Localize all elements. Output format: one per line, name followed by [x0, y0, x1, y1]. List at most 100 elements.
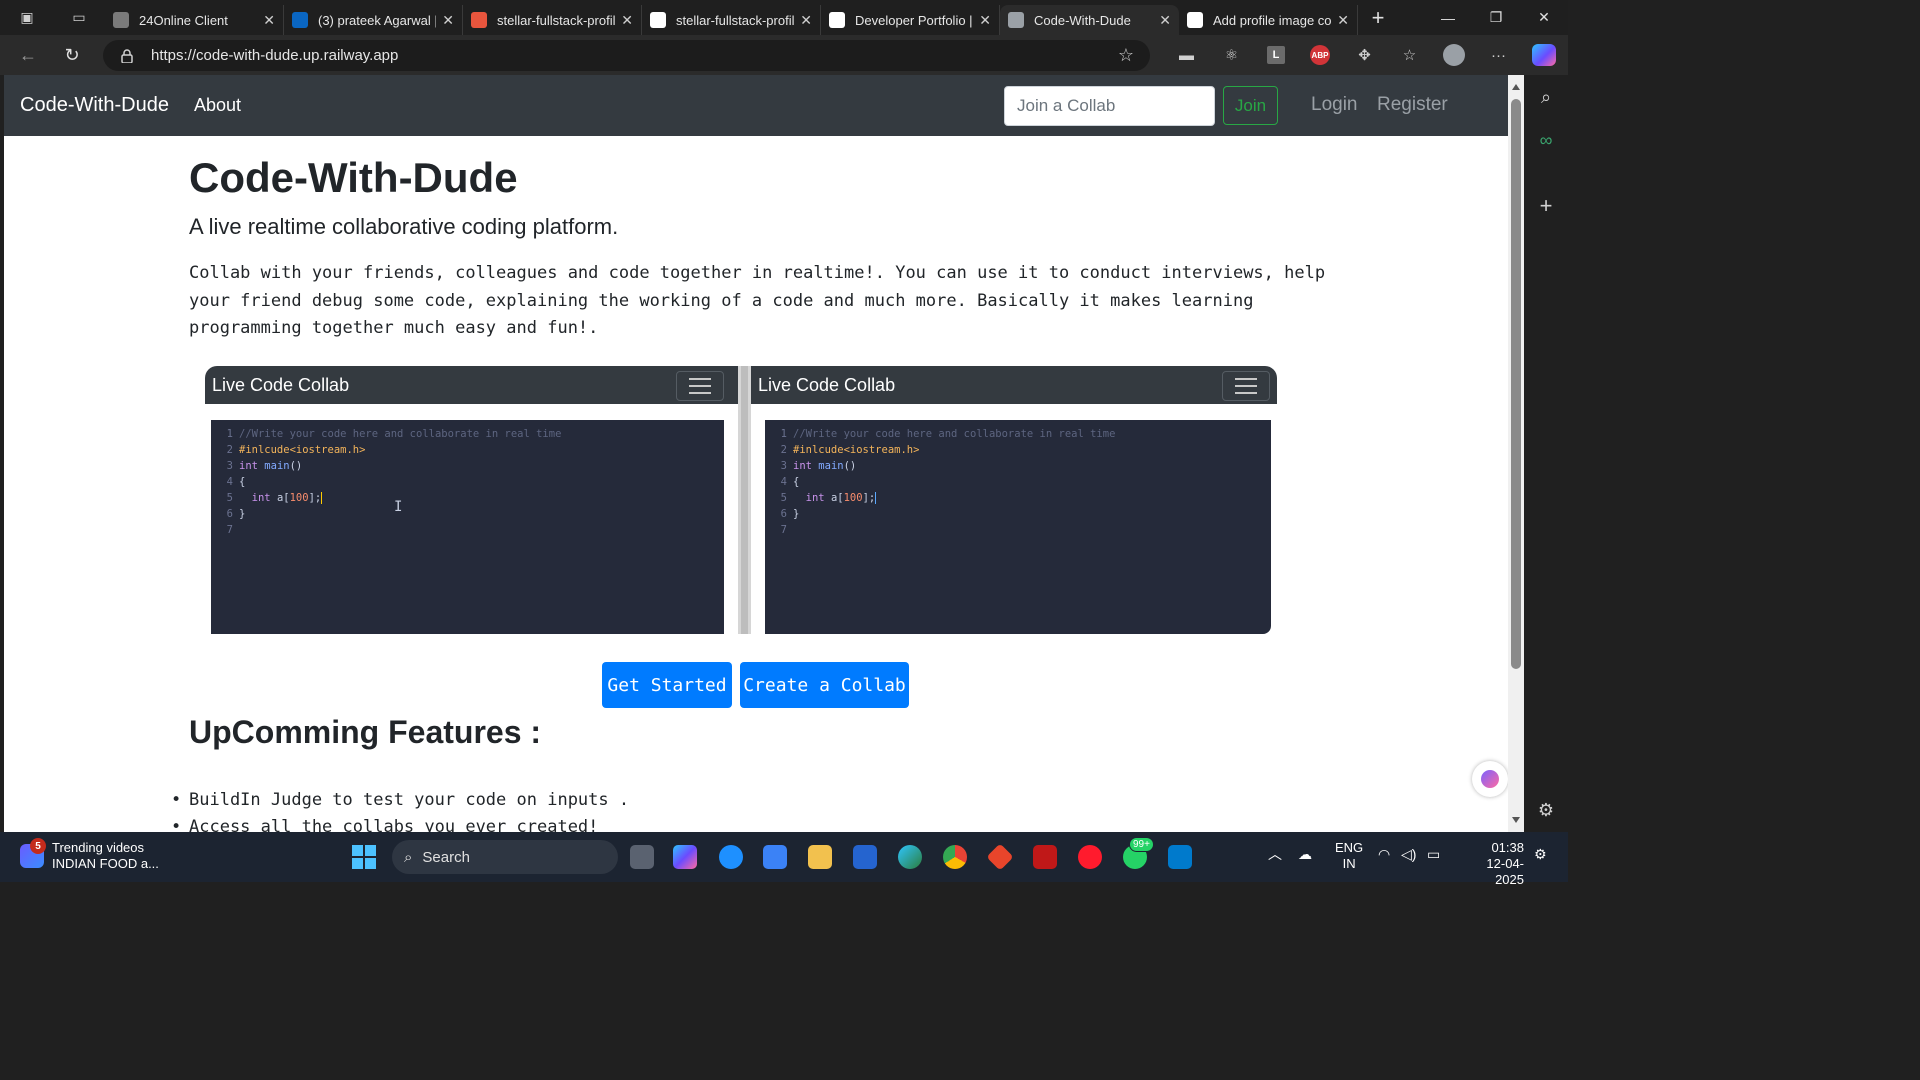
notifications-icon[interactable]: ⚙ [1534, 846, 1547, 862]
taskbar-search[interactable]: ⌕ Search [392, 840, 618, 874]
edge-browser-icon[interactable] [898, 845, 922, 869]
more-icon[interactable]: ··· [1476, 47, 1521, 64]
whatsapp-badge: 99+ [1129, 837, 1154, 852]
refresh-icon[interactable]: ↻ [50, 35, 94, 75]
add-icon[interactable]: + [1524, 193, 1568, 219]
puzzle-icon[interactable]: ✥ [1342, 46, 1387, 64]
close-tab-icon[interactable]: ✕ [442, 12, 454, 29]
tab-title: stellar-fullstack-profil [676, 12, 795, 28]
site-navbar: Code-With-Dude About Join a Collab Join … [4, 75, 1508, 136]
linkedin-icon [292, 12, 308, 28]
copilot-icon[interactable] [1532, 44, 1556, 66]
browser-toolbar: ← ↻ https://code-with-dude.up.railway.ap… [0, 35, 1568, 75]
close-tab-icon[interactable]: ✕ [621, 12, 633, 29]
todo-icon[interactable] [853, 845, 877, 869]
workspaces-icon[interactable]: ▣ [10, 0, 44, 35]
file-explorer-icon[interactable] [808, 845, 832, 869]
tab-actions-icon[interactable]: ▭ [62, 0, 96, 35]
diamond-app-icon[interactable] [986, 843, 1014, 871]
atom-icon[interactable]: ⚛ [1209, 46, 1254, 64]
nav-register-link[interactable]: Register [1377, 94, 1448, 116]
copilot-app-icon[interactable] [673, 845, 697, 869]
battery-icon[interactable]: ▭ [1427, 846, 1440, 862]
address-bar[interactable]: https://code-with-dude.up.railway.app ☆ [103, 40, 1150, 71]
clock[interactable]: 01:38 12-04-2025 [1458, 840, 1524, 888]
profile-avatar-icon[interactable] [1443, 44, 1465, 66]
close-tab-icon[interactable]: ✕ [263, 12, 275, 29]
browser-tab[interactable]: Developer Portfolio | P ✕ [821, 5, 1000, 35]
edge-sidebar: ⌕ ∞ + ⚙ [1524, 75, 1568, 832]
close-tab-icon[interactable]: ✕ [1159, 12, 1171, 29]
nav-login-link[interactable]: Login [1311, 94, 1358, 116]
store-icon[interactable] [763, 845, 787, 869]
whatsapp-icon[interactable]: 99+ [1123, 837, 1154, 869]
news-title: Trending videos [52, 840, 145, 855]
search-icon[interactable]: ⌕ [1524, 87, 1568, 108]
browser-tab[interactable]: Add profile image co ✕ [1179, 5, 1358, 35]
demo-pane-right: Live Code Collab 1//Write your code here… [751, 366, 1277, 634]
site-brand[interactable]: Code-With-Dude [20, 94, 169, 117]
help-icon[interactable] [719, 845, 743, 869]
create-collab-button[interactable]: Create a Collab [740, 662, 909, 708]
heart-icon [471, 12, 487, 28]
join-button[interactable]: Join [1223, 86, 1278, 125]
tab-title: Code-With-Dude [1034, 12, 1131, 28]
demo-pane-title: Live Code Collab [212, 374, 350, 395]
close-tab-icon[interactable]: ✕ [979, 12, 991, 29]
vscode-icon[interactable] [1168, 845, 1192, 869]
get-started-button[interactable]: Get Started [602, 662, 732, 708]
adblock-icon[interactable]: ABP [1310, 45, 1330, 65]
scrollbar-thumb[interactable] [1511, 99, 1521, 669]
page-scrollbar[interactable] [1508, 75, 1524, 832]
volume-icon[interactable]: ◁) [1401, 846, 1416, 862]
hero-title: Code-With-Dude [189, 154, 518, 201]
close-tab-icon[interactable]: ✕ [800, 12, 812, 29]
back-icon[interactable]: ← [6, 35, 50, 75]
l-extension-icon[interactable]: L [1267, 46, 1285, 64]
browser-tab[interactable]: stellar-fullstack-profil ✕ [463, 5, 642, 35]
start-button[interactable] [352, 845, 376, 869]
news-subtitle: INDIAN FOOD a... [52, 856, 159, 871]
news-widget[interactable]: 5 Trending videos INDIAN FOOD a... [20, 838, 159, 872]
language-indicator[interactable]: ENG IN [1335, 840, 1363, 872]
demo-pane-header: Live Code Collab [751, 366, 1277, 407]
demo-divider [738, 366, 751, 634]
onedrive-icon[interactable]: ☁ [1298, 846, 1312, 862]
opera-icon[interactable] [1078, 845, 1102, 869]
tab-title: (3) prateek Agarwal | L [318, 12, 437, 28]
chrome-icon[interactable] [943, 845, 967, 869]
sidebar-app-icon[interactable]: ∞ [1524, 130, 1568, 151]
minimize-icon[interactable]: — [1424, 0, 1472, 35]
browser-tab[interactable]: stellar-fullstack-profil ✕ [642, 5, 821, 35]
browser-tab[interactable]: (3) prateek Agarwal | L ✕ [284, 5, 463, 35]
lock-icon[interactable] [121, 48, 133, 64]
settings-icon[interactable]: ⚙ [1524, 800, 1568, 821]
scroll-up-icon[interactable] [1512, 84, 1520, 90]
demo-pane-title: Live Code Collab [758, 374, 896, 395]
search-icon: ⌕ [404, 848, 413, 866]
code-editor-left: 1//Write your code here and collaborate … [211, 420, 724, 634]
list-item: BuildIn Judge to test your code on input… [171, 787, 629, 814]
window-controls: — ❐ ✕ [1424, 0, 1568, 35]
scroll-down-icon[interactable] [1512, 817, 1520, 823]
ai-assistant-icon[interactable] [1472, 761, 1508, 797]
task-view-icon[interactable] [630, 845, 654, 869]
page-viewport: Code-With-Dude About Join a Collab Join … [4, 75, 1508, 832]
close-tab-icon[interactable]: ✕ [1337, 12, 1349, 29]
tray-overflow-icon[interactable]: ︿ [1268, 846, 1282, 862]
tab-title: 24Online Client [139, 12, 228, 28]
close-window-icon[interactable]: ✕ [1520, 0, 1568, 35]
wifi-icon[interactable]: ◠ [1378, 846, 1390, 862]
mcafee-icon[interactable] [1033, 845, 1057, 869]
browser-tab-strip: ▣ ▭ 24Online Client ✕ (3) prateek Agarwal … [0, 0, 1568, 35]
favorites-icon[interactable]: ☆ [1387, 46, 1432, 64]
hamburger-menu-icon [676, 371, 724, 401]
browser-tab[interactable]: Code-With-Dude ✕ [1000, 5, 1179, 35]
maximize-icon[interactable]: ❐ [1472, 0, 1520, 35]
nav-about-link[interactable]: About [194, 95, 241, 116]
browser-tab[interactable]: 24Online Client ✕ [105, 5, 284, 35]
new-tab-button[interactable]: + [1358, 0, 1398, 35]
join-collab-input[interactable]: Join a Collab [1004, 86, 1215, 126]
tab-groups-icon[interactable]: ▬ [1164, 47, 1209, 64]
favorite-star-icon[interactable]: ☆ [1118, 45, 1134, 66]
